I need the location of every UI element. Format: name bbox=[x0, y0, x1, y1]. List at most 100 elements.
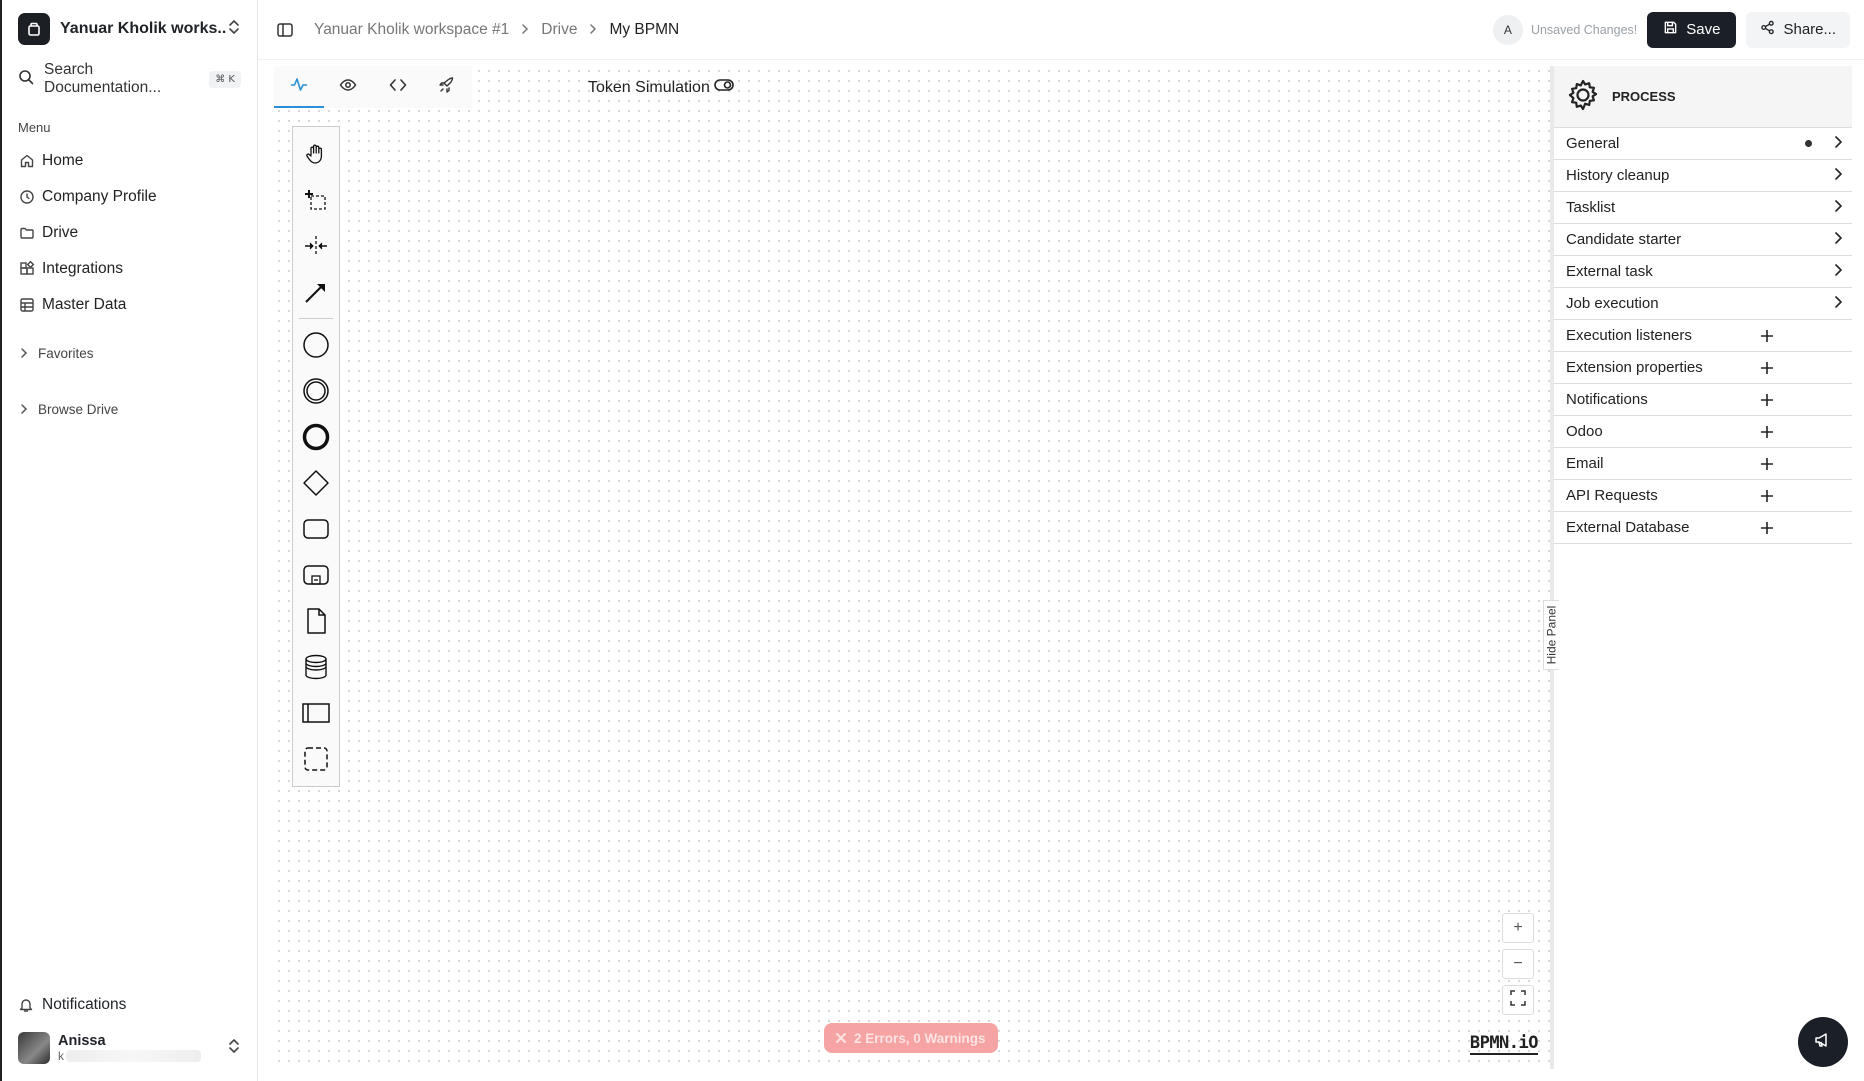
sidebar-item-notifications[interactable]: Notifications bbox=[2, 985, 257, 1025]
collaborator-avatar[interactable]: A bbox=[1492, 14, 1523, 45]
zoom-out-button[interactable]: − bbox=[1502, 949, 1534, 979]
sidebar-item-integrations[interactable]: Integrations bbox=[2, 251, 257, 287]
hide-panel-toggle[interactable]: Hide Panel bbox=[1543, 600, 1559, 670]
zoom-controls: + − bbox=[1502, 913, 1534, 1015]
chevron-up-down-icon[interactable] bbox=[227, 19, 241, 39]
tab-code[interactable] bbox=[373, 66, 423, 108]
sidebar-item-drive[interactable]: Drive bbox=[2, 215, 257, 251]
breadcrumb-current: My BPMN bbox=[609, 20, 680, 38]
chevron-right-icon bbox=[20, 346, 28, 361]
workarea: Token Simulation + − 2 Errors, 0 Warning… bbox=[258, 60, 1864, 1081]
data-marker-icon bbox=[1805, 140, 1812, 147]
bell-icon bbox=[18, 997, 34, 1013]
group-history-cleanup[interactable]: History cleanup bbox=[1554, 160, 1852, 192]
group-api-requests[interactable]: API Requests bbox=[1554, 480, 1852, 512]
bpmn-canvas[interactable]: Token Simulation + − 2 Errors, 0 Warning… bbox=[274, 66, 1550, 1069]
favorites-section[interactable]: Favorites bbox=[2, 333, 257, 373]
share-button[interactable]: Share... bbox=[1746, 11, 1850, 48]
activity-icon bbox=[290, 75, 308, 97]
search-documentation[interactable]: Search Documentation... ⌘ K bbox=[2, 58, 257, 100]
subprocess-icon[interactable] bbox=[293, 552, 339, 598]
group-job-execution[interactable]: Job execution bbox=[1554, 288, 1852, 320]
browse-drive-section[interactable]: Browse Drive bbox=[2, 389, 257, 429]
group-external-database[interactable]: External Database bbox=[1554, 512, 1852, 544]
palette-divider bbox=[299, 318, 333, 319]
breadcrumb-workspace[interactable]: Yanuar Kholik workspace #1 bbox=[314, 21, 509, 39]
plus-icon[interactable] bbox=[1760, 329, 1774, 343]
group-email[interactable]: Email bbox=[1554, 448, 1852, 480]
tab-modeler[interactable] bbox=[274, 66, 324, 108]
group-icon[interactable] bbox=[293, 736, 339, 782]
plus-icon[interactable] bbox=[1760, 457, 1774, 471]
sidebar-item-company-profile[interactable]: Company Profile bbox=[2, 179, 257, 215]
plus-icon[interactable] bbox=[1760, 521, 1774, 535]
save-icon bbox=[1663, 20, 1678, 39]
task-icon[interactable] bbox=[293, 506, 339, 552]
plus-icon[interactable] bbox=[1760, 489, 1774, 503]
linting-errors-badge[interactable]: 2 Errors, 0 Warnings bbox=[824, 1023, 998, 1053]
chevron-right-icon bbox=[1834, 199, 1843, 216]
group-notifications[interactable]: Notifications bbox=[1554, 384, 1852, 416]
group-tasklist[interactable]: Tasklist bbox=[1554, 192, 1852, 224]
group-candidate-starter[interactable]: Candidate starter bbox=[1554, 224, 1852, 256]
connect-tool-icon[interactable] bbox=[293, 269, 339, 315]
chevron-up-down-icon[interactable] bbox=[227, 1038, 241, 1058]
home-icon bbox=[18, 152, 36, 170]
sidebar-item-label: Master Data bbox=[42, 296, 127, 313]
hand-tool-icon[interactable] bbox=[293, 131, 339, 177]
group-label: API Requests bbox=[1566, 487, 1658, 504]
data-store-icon[interactable] bbox=[293, 644, 339, 690]
pool-icon[interactable] bbox=[293, 690, 339, 736]
folder-icon bbox=[18, 224, 36, 242]
gateway-icon[interactable] bbox=[293, 460, 339, 506]
group-label: Extension properties bbox=[1566, 359, 1703, 376]
menu-title: Menu bbox=[18, 120, 51, 135]
plus-icon[interactable] bbox=[1760, 393, 1774, 407]
properties-title: PROCESS bbox=[1612, 89, 1676, 104]
breadcrumb-drive[interactable]: Drive bbox=[541, 21, 577, 39]
zoom-in-button[interactable]: + bbox=[1502, 913, 1534, 943]
user-email-redacted bbox=[66, 1050, 201, 1062]
plus-icon[interactable] bbox=[1760, 425, 1774, 439]
save-label: Save bbox=[1686, 21, 1721, 38]
workspace-switcher[interactable]: Yanuar Kholik works... bbox=[2, 0, 257, 58]
avatar bbox=[18, 1032, 50, 1064]
bpmn-io-logo[interactable]: BPMN.iO bbox=[1469, 1033, 1539, 1055]
share-icon bbox=[1760, 20, 1775, 39]
sidebar-toggle-icon[interactable] bbox=[276, 21, 294, 39]
space-tool-icon[interactable] bbox=[293, 223, 339, 269]
sidebar-item-label: Home bbox=[42, 152, 84, 169]
group-label: External task bbox=[1566, 263, 1653, 280]
start-event-icon[interactable] bbox=[293, 322, 339, 368]
end-event-icon[interactable] bbox=[293, 414, 339, 460]
save-button[interactable]: Save bbox=[1647, 11, 1737, 48]
feedback-button[interactable] bbox=[1798, 1017, 1848, 1067]
sidebar-item-label: Integrations bbox=[42, 260, 123, 277]
chevron-right-icon bbox=[1834, 295, 1843, 312]
group-extension-properties[interactable]: Extension properties bbox=[1554, 352, 1852, 384]
plus-icon[interactable] bbox=[1760, 361, 1774, 375]
token-simulation-toggle[interactable]: Token Simulation bbox=[588, 78, 734, 97]
properties-header: PROCESS bbox=[1554, 66, 1852, 128]
sidebar-item-label: Drive bbox=[42, 224, 79, 241]
tab-deploy[interactable] bbox=[423, 66, 473, 108]
group-execution-listeners[interactable]: Execution listeners bbox=[1554, 320, 1852, 352]
data-object-icon[interactable] bbox=[293, 598, 339, 644]
group-odoo[interactable]: Odoo bbox=[1554, 416, 1852, 448]
app: Yanuar Kholik works... Search Documentat… bbox=[0, 0, 1864, 1081]
company-icon bbox=[18, 188, 36, 206]
user-info: Anissa k bbox=[58, 1033, 227, 1063]
bpmn-palette bbox=[292, 126, 340, 787]
lasso-tool-icon[interactable] bbox=[293, 177, 339, 223]
tab-preview[interactable] bbox=[324, 66, 374, 108]
group-general[interactable]: General bbox=[1554, 128, 1852, 160]
sidebar-item-master-data[interactable]: Master Data bbox=[2, 287, 257, 323]
user-menu[interactable]: Anissa k bbox=[2, 1025, 257, 1081]
group-label: History cleanup bbox=[1566, 167, 1670, 184]
sidebar-item-home[interactable]: Home bbox=[2, 143, 257, 179]
group-external-task[interactable]: External task bbox=[1554, 256, 1852, 288]
group-label: Tasklist bbox=[1566, 199, 1616, 216]
fit-viewport-button[interactable] bbox=[1502, 985, 1534, 1015]
favorites-label: Favorites bbox=[38, 345, 94, 361]
intermediate-event-icon[interactable] bbox=[293, 368, 339, 414]
